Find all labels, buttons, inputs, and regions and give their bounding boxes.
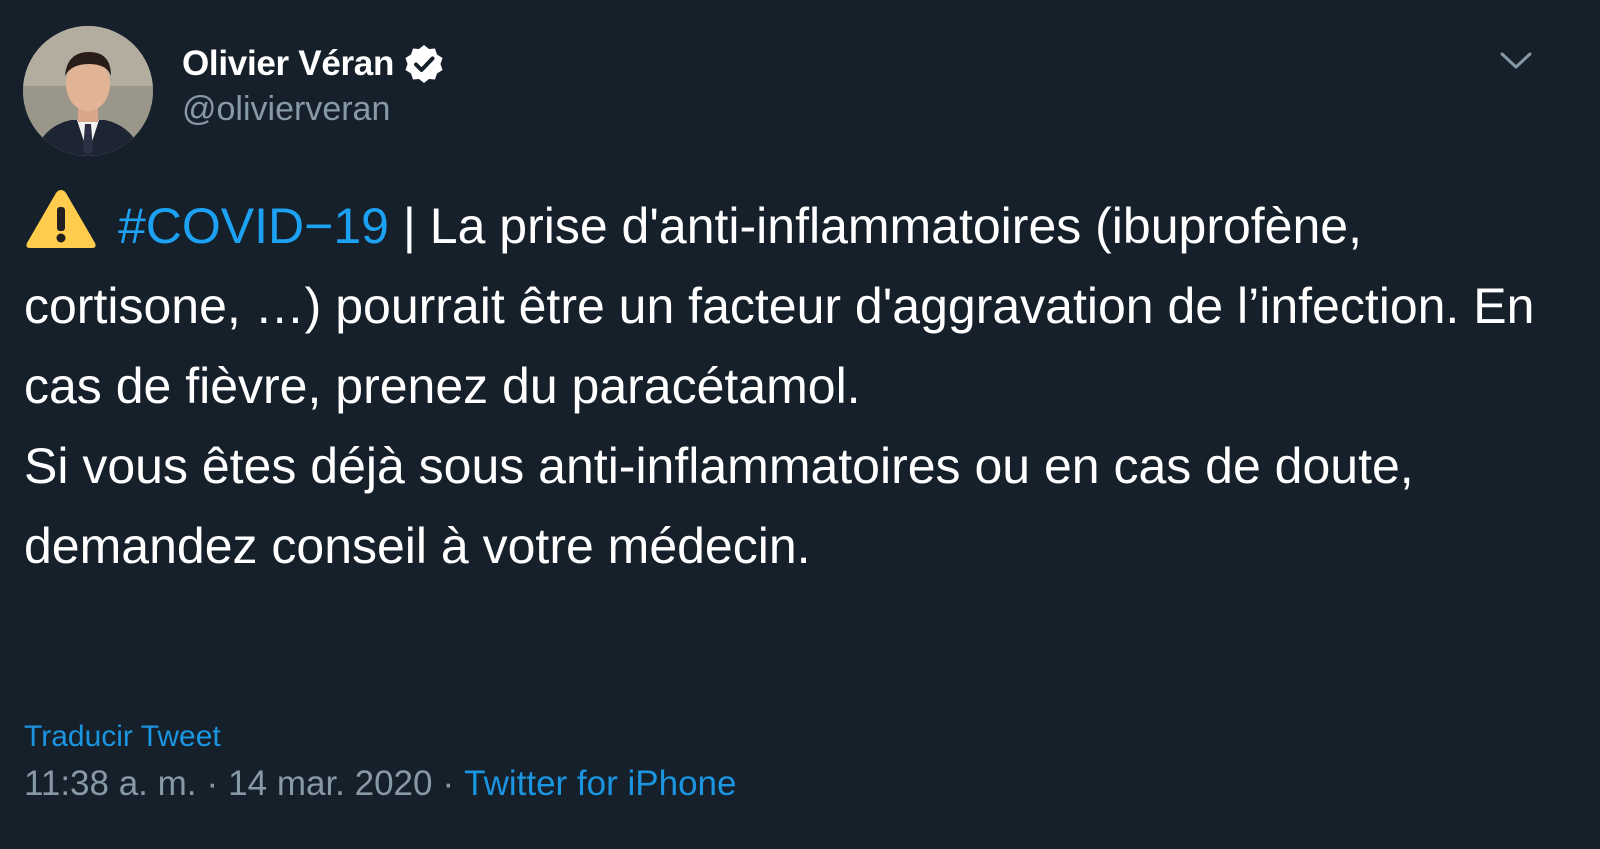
tweet-time[interactable]: 11:38 a. m.: [24, 764, 197, 804]
tweet-source-link[interactable]: Twitter for iPhone: [464, 764, 736, 804]
chevron-down-icon[interactable]: [1496, 44, 1536, 76]
tweet-date[interactable]: 14 mar. 2020: [228, 764, 432, 804]
tweet-metadata: 11:38 a. m. · 14 mar. 2020 · Twitter for…: [24, 764, 736, 804]
tweet-card: Olivier Véran @olivierveran #COVID−19 | …: [0, 0, 1600, 849]
separator: ·: [442, 764, 455, 803]
tweet-body: | La prise d'anti-inflammatoires (ibupro…: [24, 198, 1535, 574]
profile-photo-icon: [23, 26, 153, 156]
warning-icon: [26, 190, 96, 248]
tweet-text: #COVID−19 | La prise d'anti-inflammatoir…: [24, 186, 1584, 586]
handle[interactable]: @olivierveran: [182, 90, 445, 129]
author-block[interactable]: Olivier Véran @olivierveran: [182, 40, 445, 129]
avatar[interactable]: [23, 26, 153, 156]
hashtag-link[interactable]: #COVID−19: [118, 198, 389, 254]
verified-badge-icon: [405, 45, 443, 83]
translate-tweet-link[interactable]: Traducir Tweet: [24, 720, 221, 754]
separator: ·: [206, 764, 219, 803]
display-name[interactable]: Olivier Véran: [182, 44, 394, 84]
display-name-row: Olivier Véran: [182, 40, 445, 88]
